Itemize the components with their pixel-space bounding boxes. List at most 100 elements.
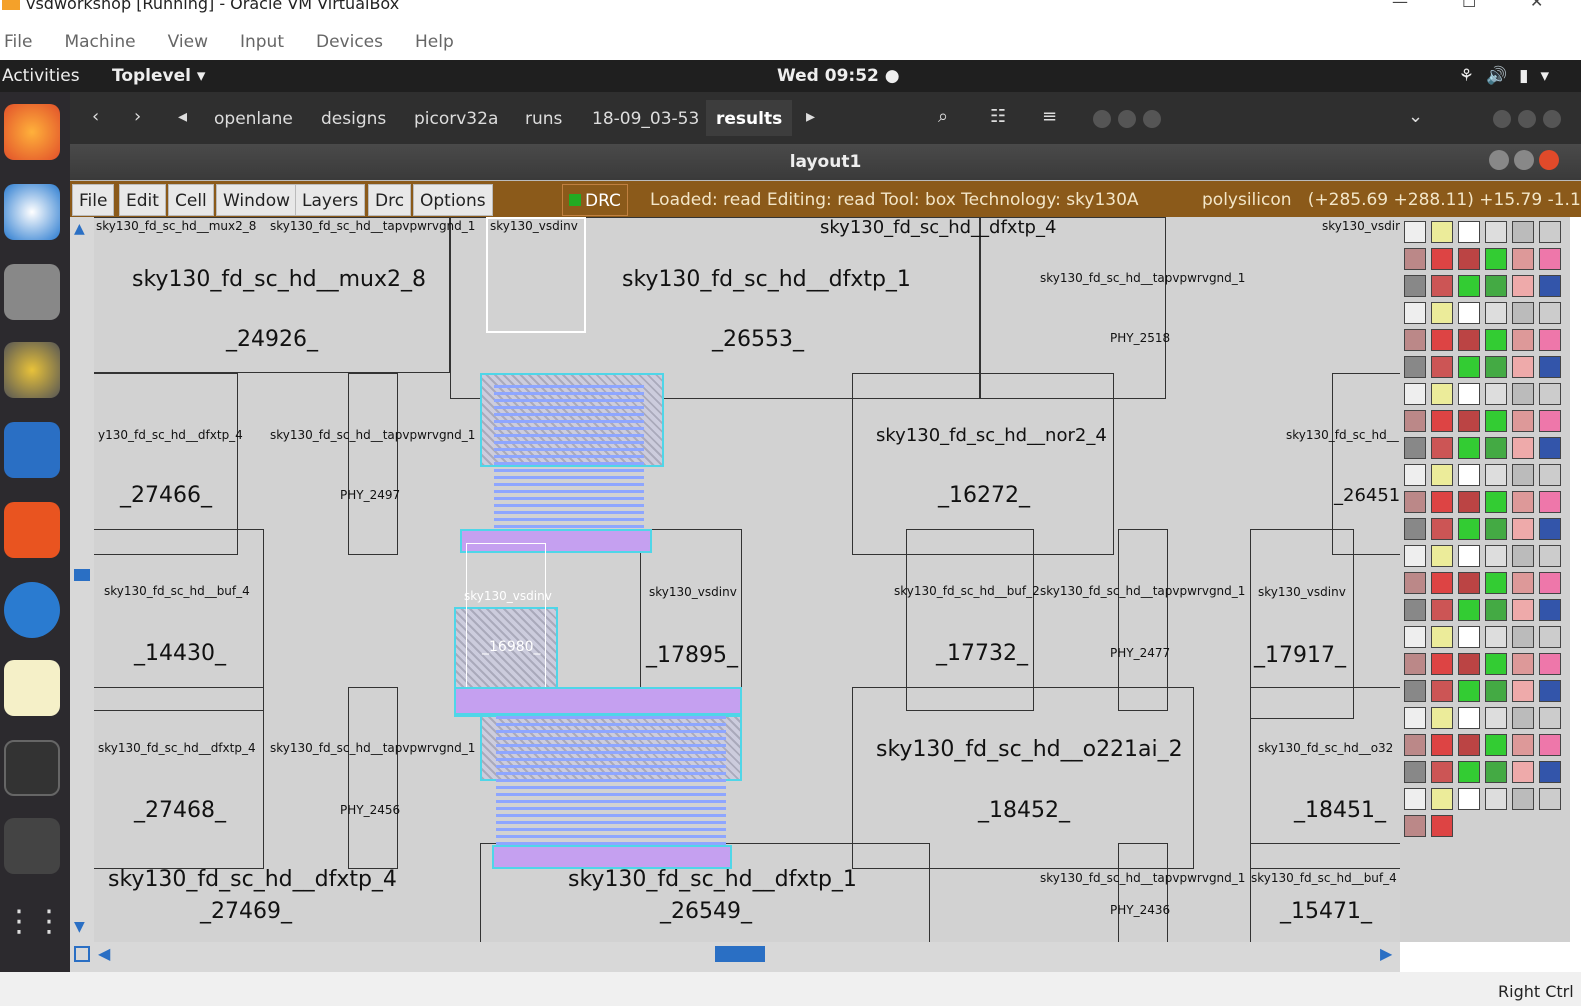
layer-swatch[interactable] (1485, 383, 1507, 405)
cell-box[interactable] (1118, 529, 1168, 711)
magic-menu-layers[interactable]: Layers (295, 184, 366, 216)
cell-box[interactable] (1250, 843, 1400, 942)
layer-swatch[interactable] (1512, 572, 1534, 594)
layer-swatch[interactable] (1485, 302, 1507, 324)
crumb-date[interactable]: 18-09_03-53 (582, 100, 709, 136)
layer-swatch[interactable] (1539, 734, 1561, 756)
layer-swatch[interactable] (1404, 761, 1426, 783)
layer-swatch[interactable] (1512, 518, 1534, 540)
layer-swatch[interactable] (1458, 788, 1480, 810)
layer-swatch[interactable] (1404, 680, 1426, 702)
forward-icon[interactable]: › (134, 106, 141, 127)
chevron-down-icon[interactable]: ⌄ (1408, 106, 1423, 127)
layer-swatch[interactable] (1404, 356, 1426, 378)
layer-swatch[interactable] (1485, 248, 1507, 270)
app-menu[interactable]: Toplevel ▾ (112, 66, 205, 86)
layer-swatch[interactable] (1431, 734, 1453, 756)
layer-swatch[interactable] (1458, 464, 1480, 486)
magic-menu-options[interactable]: Options (413, 184, 493, 216)
layer-swatch[interactable] (1404, 518, 1426, 540)
layer-swatch[interactable] (1539, 761, 1561, 783)
firefox-icon[interactable] (4, 104, 60, 160)
layer-swatch[interactable] (1458, 437, 1480, 459)
activities-button[interactable]: Activities (2, 66, 80, 86)
cell-box[interactable] (1332, 373, 1400, 555)
layer-swatch[interactable] (1404, 815, 1426, 837)
cell-box[interactable] (980, 217, 1166, 399)
crumb-right-icon[interactable]: ▸ (806, 106, 815, 127)
layer-palette[interactable] (1400, 217, 1570, 942)
scroll-up-icon[interactable]: ▲ (74, 221, 85, 237)
layer-swatch[interactable] (1485, 464, 1507, 486)
cell-box[interactable] (94, 529, 264, 711)
layer-swatch[interactable] (1431, 329, 1453, 351)
layer-swatch[interactable] (1512, 707, 1534, 729)
layer-swatch[interactable] (1431, 788, 1453, 810)
layer-swatch[interactable] (1485, 761, 1507, 783)
win-minimize-icon[interactable] (1493, 110, 1511, 128)
layer-swatch[interactable] (1512, 545, 1534, 567)
layer-swatch[interactable] (1431, 275, 1453, 297)
layer-swatch[interactable] (1404, 626, 1426, 648)
layer-swatch[interactable] (1404, 275, 1426, 297)
layer-swatch[interactable] (1431, 356, 1453, 378)
layer-swatch[interactable] (1431, 707, 1453, 729)
scroll-down-icon[interactable]: ▼ (74, 919, 85, 935)
layer-swatch[interactable] (1404, 410, 1426, 432)
layout-minimize-icon[interactable] (1489, 150, 1509, 170)
layer-swatch[interactable] (1485, 707, 1507, 729)
layer-swatch[interactable] (1458, 518, 1480, 540)
layer-swatch[interactable] (1539, 545, 1561, 567)
cell-box[interactable] (852, 373, 1114, 555)
cell-box[interactable] (1118, 843, 1168, 942)
layer-swatch[interactable] (1404, 572, 1426, 594)
layer-swatch[interactable] (1485, 653, 1507, 675)
magic-menu-drc[interactable]: Drc (368, 184, 412, 216)
layer-swatch[interactable] (1431, 221, 1453, 243)
layer-swatch[interactable] (1404, 302, 1426, 324)
layer-swatch[interactable] (1485, 599, 1507, 621)
layer-swatch[interactable] (1431, 518, 1453, 540)
win-maximize-icon[interactable] (1518, 110, 1536, 128)
layer-swatch[interactable] (1404, 545, 1426, 567)
file-close-icon[interactable] (1143, 110, 1161, 128)
layer-swatch[interactable] (1485, 329, 1507, 351)
layer-swatch[interactable] (1404, 707, 1426, 729)
layer-swatch[interactable] (1485, 356, 1507, 378)
layer-swatch[interactable] (1485, 491, 1507, 513)
layer-swatch[interactable] (1539, 248, 1561, 270)
layer-swatch[interactable] (1404, 491, 1426, 513)
layer-swatch[interactable] (1539, 599, 1561, 621)
layer-swatch[interactable] (1458, 599, 1480, 621)
hscroll-thumb[interactable] (715, 946, 765, 962)
close-icon[interactable]: ✕ (1530, 0, 1543, 11)
cell-box[interactable] (348, 373, 398, 555)
cell-box[interactable] (906, 529, 1034, 711)
layer-swatch[interactable] (1512, 275, 1534, 297)
layout-maximize-icon[interactable] (1514, 150, 1534, 170)
menu-file[interactable]: File (4, 32, 32, 52)
layer-swatch[interactable] (1485, 221, 1507, 243)
back-icon[interactable]: ‹ (92, 106, 99, 127)
layer-swatch[interactable] (1539, 680, 1561, 702)
layer-swatch[interactable] (1404, 653, 1426, 675)
layer-swatch[interactable] (1539, 275, 1561, 297)
menu-view[interactable]: View (168, 32, 208, 52)
layout-close-icon[interactable] (1539, 150, 1559, 170)
layer-swatch[interactable] (1485, 275, 1507, 297)
layer-swatch[interactable] (1431, 464, 1453, 486)
magic-menu-window[interactable]: Window (216, 184, 298, 216)
layer-swatch[interactable] (1512, 302, 1534, 324)
layer-swatch[interactable] (1404, 383, 1426, 405)
layer-swatch[interactable] (1512, 788, 1534, 810)
layer-swatch[interactable] (1539, 491, 1561, 513)
search-icon[interactable]: ⌕ (938, 106, 948, 127)
layer-swatch[interactable] (1458, 626, 1480, 648)
system-tray-icons[interactable]: ⚘🔊▮▾ (1459, 66, 1561, 86)
layer-swatch[interactable] (1431, 437, 1453, 459)
layer-swatch[interactable] (1458, 572, 1480, 594)
crumb-designs[interactable]: designs (311, 100, 396, 136)
magic-menu-edit[interactable]: Edit (119, 184, 166, 216)
layer-swatch[interactable] (1512, 356, 1534, 378)
scroll-thumb[interactable] (74, 569, 90, 581)
